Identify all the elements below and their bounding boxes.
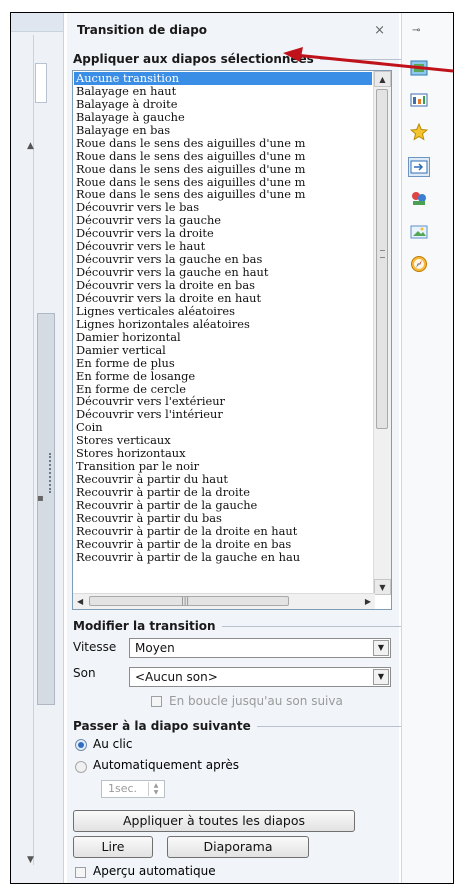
transition-list-item[interactable]: En forme de plus xyxy=(74,357,372,370)
transition-list-item[interactable]: Découvrir vers l'extérieur xyxy=(74,395,372,408)
loop-checkbox[interactable] xyxy=(151,696,162,707)
transition-list-item[interactable]: Découvrir vers la gauche xyxy=(74,214,372,227)
transition-list-item[interactable]: Roue dans le sens des aiguilles d'une m xyxy=(74,150,372,163)
transition-list-item[interactable]: En forme de cercle xyxy=(74,383,372,396)
transition-list-item[interactable]: Recouvrir à partir de la gauche xyxy=(74,499,372,512)
transition-list-item[interactable]: Coin xyxy=(74,421,372,434)
transition-list-item[interactable]: Stores verticaux xyxy=(74,434,372,447)
editor-scrollbar[interactable] xyxy=(37,313,55,705)
gallery-icon[interactable] xyxy=(410,223,428,241)
scroll-left-arrow-icon[interactable]: ◀ xyxy=(77,594,83,609)
pin-icon[interactable]: ⊸ xyxy=(412,25,420,36)
apply-section-label: Appliquer aux diapos sélectionnées xyxy=(73,52,453,66)
modify-section-text: Modifier la transition xyxy=(73,619,216,633)
transition-list-item[interactable]: Roue dans le sens des aiguilles d'une m xyxy=(74,163,372,176)
transition-list-item[interactable]: Recouvrir à partir du bas xyxy=(74,512,372,525)
editor-divider xyxy=(33,35,34,865)
modify-section-label: Modifier la transition xyxy=(73,619,422,633)
apply-section-text: Appliquer aux diapos sélectionnées xyxy=(73,52,314,66)
transition-list-item[interactable]: Balayage en haut xyxy=(74,85,372,98)
speed-label: Vitesse xyxy=(73,640,117,654)
automatic-label: Automatiquement après xyxy=(93,758,240,772)
delay-spinner[interactable]: 1sec. ▲ ▼ xyxy=(101,780,165,798)
layouts-icon[interactable] xyxy=(410,59,428,77)
spinner-arrows-icon[interactable]: ▲ ▼ xyxy=(148,782,163,796)
on-click-label: Au clic xyxy=(93,737,133,751)
loop-label: En boucle jusqu'au son suiva xyxy=(169,694,343,708)
table-design-icon[interactable] xyxy=(410,91,428,109)
scroll-down-icon[interactable]: ▼ xyxy=(27,855,34,865)
transition-list-item[interactable]: Roue dans le sens des aiguilles d'une m xyxy=(74,188,372,201)
scroll-tick-icon: ▪ xyxy=(37,493,44,504)
panel-resize-grip[interactable] xyxy=(49,453,55,493)
auto-preview-label: Aperçu automatique xyxy=(93,864,216,878)
transition-list-item[interactable]: Stores horizontaux xyxy=(74,447,372,460)
scroll-up-arrow-icon[interactable]: ▲ xyxy=(374,71,391,87)
transition-list-item[interactable]: Découvrir vers l'intérieur xyxy=(74,408,372,421)
transition-list-item[interactable]: Recouvrir à partir de la droite xyxy=(74,486,372,499)
h-scroll-grip-icon: ||| xyxy=(181,596,190,605)
navigator-icon[interactable] xyxy=(410,255,428,273)
scroll-up-icon[interactable]: ▲ xyxy=(27,141,34,151)
transition-listbox[interactable]: Aucune transition Balayage en haut Balayag… xyxy=(72,70,392,610)
transition-list-item[interactable]: Recouvrir à partir de la gauche en hau xyxy=(74,551,372,564)
scroll-right-arrow-icon[interactable]: ▶ xyxy=(365,594,371,609)
sidebar-toolbar: ⊸ xyxy=(401,13,453,883)
slide-transition-icon[interactable] xyxy=(408,157,430,177)
styles-icon[interactable] xyxy=(410,189,428,207)
slide-transition-pane: Transition de diapo × Appliquer aux diap… xyxy=(67,13,399,883)
pane-title-bar: Transition de diapo × xyxy=(67,23,399,41)
screenshot-frame: ▲ ▪ ▼ Transition de diapo × Appliquer au… xyxy=(10,12,454,884)
transition-list-item[interactable]: Balayage en bas xyxy=(74,124,372,137)
transition-list-item[interactable]: Recouvrir à partir de la droite en haut xyxy=(74,525,372,538)
transition-list-item[interactable]: Découvrir vers la droite en haut xyxy=(74,292,372,305)
transition-list-item[interactable]: Découvrir vers la droite en bas xyxy=(74,279,372,292)
transition-list-item[interactable]: Balayage à gauche xyxy=(74,111,372,124)
next-section-label: Passer à la diapo suivante xyxy=(73,719,453,733)
transition-list-item[interactable]: Aucune transition xyxy=(74,72,372,85)
next-section-text: Passer à la diapo suivante xyxy=(73,719,251,733)
list-vertical-scrollbar[interactable]: ▲ ▼ xyxy=(373,71,391,595)
slide-editor-edge: ▲ ▪ ▼ xyxy=(11,13,64,883)
transition-list-item[interactable]: Damier horizontal xyxy=(74,331,372,344)
slideshow-button[interactable]: Diaporama xyxy=(167,836,309,858)
transition-list-item[interactable]: Damier vertical xyxy=(74,344,372,357)
on-click-radio[interactable] xyxy=(75,739,87,751)
pane-title: Transition de diapo xyxy=(77,23,208,37)
transition-list-item[interactable]: En forme de losange xyxy=(74,370,372,383)
sound-label: Son xyxy=(73,666,96,680)
transition-list-item[interactable]: Découvrir vers la gauche en bas xyxy=(74,253,372,266)
editor-top-band xyxy=(11,13,63,32)
sound-value: <Aucun son> xyxy=(135,670,218,684)
transition-list-item[interactable]: Découvrir vers la gauche en haut xyxy=(74,266,372,279)
transition-list-item[interactable]: Lignes verticales aléatoires xyxy=(74,305,372,318)
scroll-down-arrow-icon[interactable]: ▼ xyxy=(374,579,391,595)
editor-tab-box[interactable] xyxy=(35,63,47,103)
transition-list-item[interactable]: Recouvrir à partir de la droite en bas xyxy=(74,538,372,551)
delay-value: 1sec. xyxy=(108,782,138,795)
speed-select[interactable]: Moyen ▼ xyxy=(129,638,391,658)
transition-list-item[interactable]: Roue dans le sens des aiguilles d'une m xyxy=(74,176,372,189)
automatic-radio[interactable] xyxy=(75,761,87,773)
transition-list-item[interactable]: Recouvrir à partir du haut xyxy=(74,473,372,486)
play-button[interactable]: Lire xyxy=(73,836,153,858)
transition-list-item[interactable]: Découvrir vers la droite xyxy=(74,227,372,240)
transition-list-item[interactable]: Découvrir vers le bas xyxy=(74,201,372,214)
apply-all-button[interactable]: Appliquer à toutes les diapos xyxy=(73,810,355,832)
chevron-down-icon[interactable]: ▼ xyxy=(373,640,389,656)
transition-list-item[interactable]: Découvrir vers le haut xyxy=(74,240,372,253)
transition-list-item[interactable]: Transition par le noir xyxy=(74,460,372,473)
transition-list-item[interactable]: Balayage à droite xyxy=(74,98,372,111)
transition-list: Aucune transition Balayage en haut Balayag… xyxy=(74,72,372,564)
transition-list-item[interactable]: Roue dans le sens des aiguilles d'une m xyxy=(74,137,372,150)
auto-preview-checkbox[interactable] xyxy=(75,867,86,878)
sound-select[interactable]: <Aucun son> ▼ xyxy=(129,667,391,687)
transition-list-item[interactable]: Lignes horizontales aléatoires xyxy=(74,318,372,331)
scroll-thumb[interactable] xyxy=(376,89,388,429)
close-icon[interactable]: × xyxy=(374,23,385,38)
speed-value: Moyen xyxy=(135,641,175,655)
list-horizontal-scrollbar[interactable]: ◀ ||| ▶ xyxy=(73,593,375,609)
chevron-down-icon[interactable]: ▼ xyxy=(373,669,389,685)
custom-animation-icon[interactable] xyxy=(410,123,428,141)
